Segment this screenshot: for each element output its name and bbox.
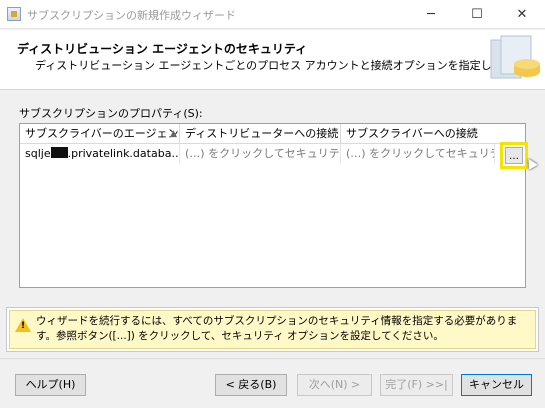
column-header-agent-label: サブスクライバーのエージェント [25,127,180,140]
footer-divider [0,358,545,359]
table-row[interactable]: sqlje .privatelink.databa… (…) をクリックしてセキュ… [20,144,525,164]
back-button[interactable]: < 戻る(B) [215,374,287,396]
maximize-button[interactable]: ☐ [454,0,500,29]
browse-button-label: … [505,147,523,164]
app-icon [7,7,21,21]
browse-security-button[interactable]: … [500,142,528,169]
cancel-button[interactable]: キャンセル [461,374,532,396]
column-header-agent[interactable]: サブスクライバーのエージェント ▲ [20,124,180,144]
sort-ascending-icon: ▲ [170,129,177,139]
grid-header: サブスクライバーのエージェント ▲ ディストリビューターへの接続 サブスクライバ… [20,124,525,144]
redacted-block [50,147,68,158]
agent-cell[interactable]: sqlje .privatelink.databa… [20,144,180,164]
page-title: ディストリビューション エージェントのセキュリティ [17,42,308,56]
warning-panel: ! ウィザードを続行するには、すべてのサブスクリプションのセキュリティ情報を指定… [6,307,539,352]
warning-text: ウィザードを続行するには、すべてのサブスクリプションのセキュリティ情報を指定する… [36,315,518,342]
wizard-header: ディストリビューション エージェントのセキュリティ ディストリビューション エー… [0,30,545,90]
column-header-distributor[interactable]: ディストリビューターへの接続 [180,124,341,144]
subscriber-connection-cell[interactable]: (…) をクリックしてセキュリティ… [341,144,495,164]
properties-label: サブスクリプションのプロパティ(S): [19,107,203,120]
minimize-button[interactable]: ─ [408,0,454,29]
help-button[interactable]: ヘルプ(H) [15,374,86,396]
next-button[interactable]: 次へ(N) > [297,374,372,396]
title-bar: サブスクリプションの新規作成ウィザード ─ ☐ ✕ [0,0,545,29]
warning-icon: ! [15,318,31,332]
finish-button[interactable]: 完了(F) >>| [380,374,453,396]
close-button[interactable]: ✕ [499,0,545,29]
column-header-subscriber[interactable]: サブスクライバーへの接続 [341,124,495,144]
window-title: サブスクリプションの新規作成ウィザード [27,9,236,22]
subscription-properties-grid: サブスクライバーのエージェント ▲ ディストリビューターへの接続 サブスクライバ… [19,123,538,288]
agent-name-suffix: .privatelink.databa… [67,147,180,160]
distributor-connection-cell[interactable]: (…) をクリックしてセキュリティ… [180,144,341,164]
wizard-graphic-icon [490,35,540,79]
agent-name-prefix: sqlje [25,147,51,160]
page-subtitle: ディストリビューション エージェントごとのプロセス アカウントと接続オプションを… [35,59,524,72]
